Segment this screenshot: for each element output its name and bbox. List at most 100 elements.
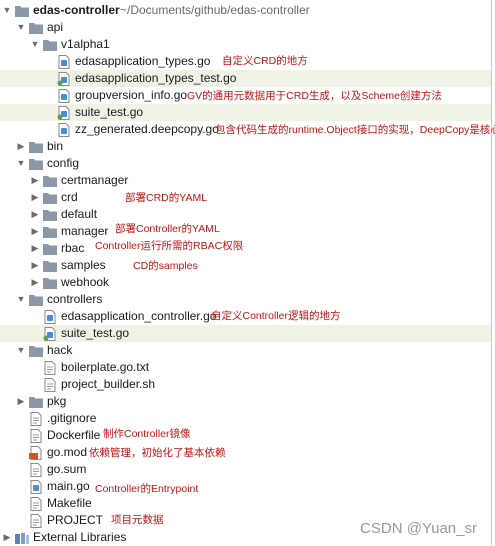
chevron-down-icon[interactable]: ▼ [16,342,26,359]
tree-folder-row[interactable]: ▶ default [0,206,491,223]
chevron-right-icon[interactable]: ▶ [30,223,40,240]
tree-folder-row[interactable]: ▼ controllers [0,291,491,308]
tree-file-row[interactable]: .gitignore [0,410,491,427]
chevron-right-icon[interactable]: ▶ [16,138,26,155]
tree-item-label: .gitignore [47,411,97,425]
folder-icon [43,176,57,187]
tree-item-label: project_builder.sh [61,377,156,391]
tree-item-label: go.mod [47,445,88,459]
tree-file-row[interactable]: go.mod [0,444,491,461]
tree-folder-row[interactable]: ▶ pkg [0,393,491,410]
tree-folder-row[interactable]: ▶ webhook [0,274,491,291]
tree-file-row[interactable]: project_builder.sh [0,376,491,393]
tree-file-row[interactable]: main.go [0,478,491,495]
folder-icon [29,142,43,153]
tree-item-label: PROJECT [47,513,104,527]
tree-folder-row[interactable]: ▶ bin [0,138,491,155]
annotation-groupversion: GV的通用元数据用于CRD生成，以及Scheme创建方法 [187,90,442,102]
tree-item-label: default [61,207,98,221]
tree-item-label: zz_generated.deepcopy.go [75,122,219,136]
chevron-right-icon[interactable]: ▶ [16,393,26,410]
folder-icon [29,295,43,306]
go-test-file-icon [57,72,70,86]
tree-item-label: certmanager [61,173,129,187]
chevron-right-icon[interactable]: ▶ [30,274,40,291]
tree-item-label: go.sum [47,462,87,476]
root-folder-path: ~/Documents/github/edas-controller [120,3,310,17]
tree-folder-row[interactable]: ▶ rbac [0,240,491,257]
annotation-rbac: Controller运行所需的RBAC权限 [95,240,244,252]
go-file-icon [58,89,70,103]
annotation-gomod: 依赖管理，初始化了基本依赖 [89,447,226,459]
tree-item-label: suite_test.go [75,105,144,119]
tree-item-label: rbac [61,241,85,255]
tree-folder-row[interactable]: ▼ api [0,19,491,36]
folder-icon [43,261,57,272]
tree-folder-row[interactable]: ▶ certmanager [0,172,491,189]
chevron-down-icon[interactable]: ▼ [2,2,12,19]
tree-item-label: crd [61,190,78,204]
tree-item-label: edasapplication_types_test.go [75,71,237,85]
tree-item-label: webhook [61,275,110,289]
tree-item-label: v1alpha1 [61,37,110,51]
tree-folder-row[interactable]: ▼ hack [0,342,491,359]
folder-icon [29,397,43,408]
tree-item-label: pkg [47,394,67,408]
chevron-right-icon[interactable]: ▶ [30,189,40,206]
tree-item-label: suite_test.go [61,326,130,340]
chevron-down-icon[interactable]: ▼ [16,155,26,172]
tree-item-label: External Libraries [33,530,127,544]
root-folder-name: edas-controller [33,3,120,17]
tree-folder-row[interactable]: ▶ samples [0,257,491,274]
text-file-icon [44,378,56,392]
text-file-icon [30,429,42,443]
folder-icon [43,244,57,255]
folder-icon [29,23,43,34]
tree-item-label: groupversion_info.go [75,88,188,102]
tree-item-label: controllers [47,292,103,306]
tree-folder-row[interactable]: ▼ config [0,155,491,172]
folder-icon [43,278,57,289]
folder-icon [29,159,43,170]
tree-file-row[interactable]: edasapplication_types_test.go [0,70,491,87]
tree-item-label: edasapplication_controller.go [61,309,217,323]
tree-item-label: samples [61,258,106,272]
text-file-icon [30,514,42,528]
tree-folder-row[interactable]: ▶ crd [0,189,491,206]
tree-file-row[interactable]: Dockerfile [0,427,491,444]
text-file-icon [44,361,56,375]
tree-file-row[interactable]: suite_test.go [0,325,491,342]
tree-root-row[interactable]: ▼ edas-controller ~/Documents/github/eda… [0,2,491,19]
tree-file-row[interactable]: go.sum [0,461,491,478]
tree-file-row[interactable]: boilerplate.go.txt [0,359,491,376]
chevron-down-icon[interactable]: ▼ [16,291,26,308]
tree-item-label: Dockerfile [47,428,101,442]
text-file-icon [30,412,42,426]
annotation-manager: 部署Controller的YAML [115,223,220,235]
annotation-main: Controller的Entrypoint [95,483,199,495]
folder-icon [43,193,57,204]
annotation-deepcopy: 包含代码生成的runtime.Object接口的实现，DeepCopy是核心 [215,124,495,136]
go-mod-icon [29,446,42,460]
annotation-crd: 部署CRD的YAML [125,192,208,204]
annotation-project: 项目元数据 [111,514,164,526]
tree-file-row[interactable]: suite_test.go [0,104,491,121]
chevron-down-icon[interactable]: ▼ [16,19,26,36]
project-tree-panel: ▼ edas-controller ~/Documents/github/eda… [0,0,495,546]
tree-item-label: edasapplication_types.go [75,54,211,68]
text-file-icon [30,463,42,477]
go-file-icon [58,55,70,69]
chevron-right-icon[interactable]: ▶ [30,240,40,257]
tree-folder-row[interactable]: ▼ v1alpha1 [0,36,491,53]
go-file-icon [44,310,56,324]
tree-item-label: bin [47,139,64,153]
chevron-right-icon[interactable]: ▶ [2,529,12,546]
chevron-right-icon[interactable]: ▶ [30,257,40,274]
chevron-right-icon[interactable]: ▶ [30,206,40,223]
tree-folder-row[interactable]: ▶ manager [0,223,491,240]
chevron-down-icon[interactable]: ▼ [30,36,40,53]
tree-file-row[interactable]: Makefile [0,495,491,512]
go-test-file-icon [43,327,56,341]
go-file-icon [30,480,42,494]
chevron-right-icon[interactable]: ▶ [30,172,40,189]
